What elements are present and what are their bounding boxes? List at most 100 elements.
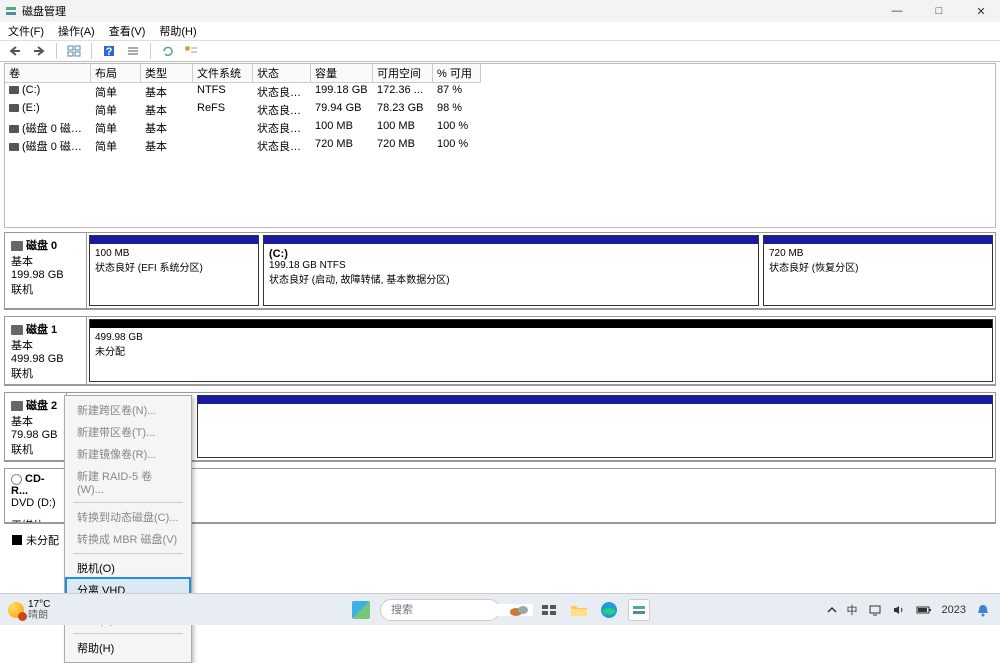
disk-info[interactable]: 磁盘 2 基本 79.98 GB 联机 <box>5 393 67 460</box>
partition-unallocated[interactable]: 499.98 GB 未分配 <box>89 319 993 382</box>
partition[interactable]: 720 MB 状态良好 (恢复分区) <box>763 235 993 306</box>
vol-type: 基本 <box>141 137 193 155</box>
list-row[interactable]: (C:) 简单 基本 NTFS 状态良好 (... 199.18 GB 172.… <box>5 83 995 101</box>
col-status[interactable]: 状态 <box>253 64 311 83</box>
disk-type: 基本 <box>11 413 60 429</box>
vol-free: 78.23 GB <box>373 101 433 119</box>
vol-free: 720 MB <box>373 137 433 155</box>
partition[interactable] <box>197 395 993 458</box>
disk-name: 磁盘 0 <box>26 240 57 252</box>
part-status: 未分配 <box>95 343 987 358</box>
part-status: 状态良好 (EFI 系统分区) <box>95 259 253 274</box>
close-button[interactable]: ✕ <box>974 5 988 18</box>
disk-name: 磁盘 2 <box>26 400 57 412</box>
partition[interactable]: 100 MB 状态良好 (EFI 系统分区) <box>89 235 259 306</box>
taskbar-edge[interactable] <box>598 599 620 621</box>
col-capacity[interactable]: 容量 <box>311 64 373 83</box>
refresh-icon[interactable] <box>159 42 177 60</box>
search-box[interactable] <box>380 599 500 621</box>
menu-help[interactable]: 帮助(H) <box>159 23 196 39</box>
menu-to-dynamic: 转换到动态磁盘(C)... <box>67 506 189 528</box>
vol-type: 基本 <box>141 101 193 119</box>
taskbar-taskview[interactable] <box>538 599 560 621</box>
part-size: 499.98 GB <box>95 332 987 343</box>
separator <box>56 43 57 59</box>
taskbar-diskmgmt[interactable] <box>628 599 650 621</box>
weather-temp: 17°C <box>28 599 50 610</box>
weather-icon <box>8 602 24 618</box>
vol-layout: 简单 <box>91 119 141 137</box>
menu-new-striped: 新建带区卷(T)... <box>67 421 189 443</box>
vol-layout: 简单 <box>91 101 141 119</box>
vol-layout: 简单 <box>91 137 141 155</box>
disk-info[interactable]: CD-R... DVD (D:) 无媒体 <box>5 469 67 522</box>
disk-state: 联机 <box>11 441 60 457</box>
disk-size: 79.98 GB <box>11 429 60 441</box>
col-fs[interactable]: 文件系统 <box>193 64 253 83</box>
taskbar: 17°C 晴朗 中 2023 <box>0 593 1000 625</box>
legend-label: 未分配 <box>26 532 59 548</box>
vol-pct: 87 % <box>433 83 481 101</box>
part-size: 100 MB <box>95 248 253 259</box>
settings-list-icon[interactable] <box>124 42 142 60</box>
col-free[interactable]: 可用空间 <box>373 64 433 83</box>
menu-file[interactable]: 文件(F) <box>8 23 44 39</box>
col-layout[interactable]: 布局 <box>91 64 141 83</box>
tray-network-icon[interactable] <box>868 604 882 616</box>
back-icon[interactable] <box>6 42 24 60</box>
tray-battery-icon[interactable] <box>916 605 932 615</box>
disk-info[interactable]: 磁盘 0 基本 199.98 GB 联机 <box>5 233 87 308</box>
taskbar-app-1[interactable] <box>508 599 530 621</box>
menu-offline[interactable]: 脱机(O) <box>67 557 189 579</box>
tray-year[interactable]: 2023 <box>942 604 966 616</box>
col-volume[interactable]: 卷 <box>5 64 91 83</box>
separator <box>91 43 92 59</box>
vol-layout: 简单 <box>91 83 141 101</box>
tray-chevron-up-icon[interactable] <box>827 606 837 614</box>
disk-icon <box>9 143 19 151</box>
menu-help[interactable]: 帮助(H) <box>67 637 189 659</box>
partition[interactable]: (C:) 199.18 GB NTFS 状态良好 (启动, 故障转储, 基本数据… <box>263 235 759 306</box>
forward-icon[interactable] <box>30 42 48 60</box>
vol-type: 基本 <box>141 83 193 101</box>
toolbar: ? <box>0 40 1000 62</box>
tray-notifications-icon[interactable] <box>976 603 990 617</box>
disk-type: 基本 <box>11 337 80 353</box>
disk-icon <box>9 104 19 112</box>
part-status: 状态良好 (启动, 故障转储, 基本数据分区) <box>269 271 753 286</box>
vol-cap: 79.94 GB <box>311 101 373 119</box>
disk-icon <box>9 86 19 94</box>
tray-ime[interactable]: 中 <box>847 602 858 618</box>
col-type[interactable]: 类型 <box>141 64 193 83</box>
disk-row-1: 磁盘 1 基本 499.98 GB 联机 499.98 GB 未分配 <box>4 316 996 386</box>
disk-row-0: 磁盘 0 基本 199.98 GB 联机 100 MB 状态良好 (EFI 系统… <box>4 232 996 310</box>
vol-fs <box>193 119 253 137</box>
window-title: 磁盘管理 <box>22 3 890 19</box>
system-tray: 中 2023 <box>827 602 1000 618</box>
tray-volume-icon[interactable] <box>892 604 906 616</box>
disk-state: 无媒体 <box>11 517 60 522</box>
col-pct[interactable]: % 可用 <box>433 64 481 83</box>
vol-status: 状态良好 (... <box>253 83 311 101</box>
part-label: (C:) <box>269 248 753 260</box>
start-button[interactable] <box>350 599 372 621</box>
disk-icon <box>9 125 19 133</box>
taskbar-explorer[interactable] <box>568 599 590 621</box>
disk-state: 联机 <box>11 365 80 381</box>
list-row[interactable]: (E:) 简单 基本 ReFS 状态良好 (... 79.94 GB 78.23… <box>5 101 995 119</box>
menu-view[interactable]: 查看(V) <box>109 23 146 39</box>
disk-icon <box>11 241 23 251</box>
help-icon[interactable]: ? <box>100 42 118 60</box>
minimize-button[interactable]: — <box>890 5 904 18</box>
maximize-button[interactable]: □ <box>932 5 946 18</box>
list-row[interactable]: (磁盘 0 磁盘分区 1) 简单 基本 状态良好 (... 100 MB 100… <box>5 119 995 137</box>
view-grid-icon[interactable] <box>65 42 83 60</box>
menu-action[interactable]: 操作(A) <box>58 23 95 39</box>
taskbar-center <box>350 599 650 621</box>
weather-widget[interactable]: 17°C 晴朗 <box>0 599 50 621</box>
vol-fs: NTFS <box>193 83 253 101</box>
list-row[interactable]: (磁盘 0 磁盘分区 4) 简单 基本 状态良好 (... 720 MB 720… <box>5 137 995 155</box>
list-check-icon[interactable] <box>183 42 201 60</box>
volume-list: 卷 布局 类型 文件系统 状态 容量 可用空间 % 可用 (C:) 简单 基本 … <box>4 63 996 228</box>
disk-info[interactable]: 磁盘 1 基本 499.98 GB 联机 <box>5 317 87 384</box>
